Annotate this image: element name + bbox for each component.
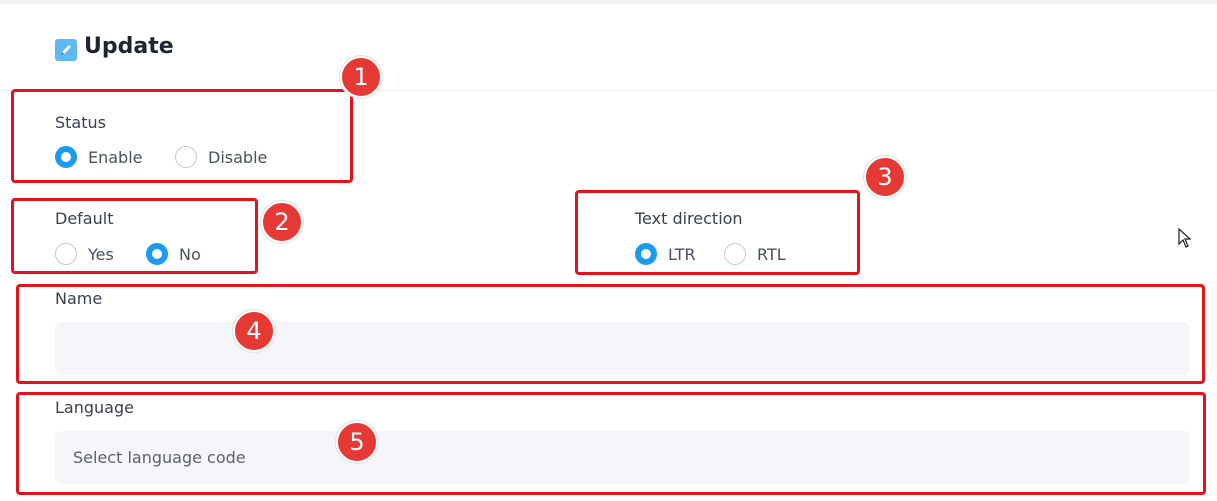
- annotation-badge: 3: [864, 156, 906, 198]
- annotation-box-status: [11, 89, 353, 183]
- annotation-box-text-direction: [575, 190, 860, 275]
- page-header: Update: [0, 4, 1217, 91]
- mouse-cursor-icon: [1178, 227, 1192, 252]
- annotation-box-language: [16, 392, 1206, 495]
- annotation-box-default: [11, 198, 258, 274]
- annotation-box-name: [16, 284, 1205, 384]
- edit-icon: [55, 39, 77, 61]
- annotation-badge: 2: [261, 201, 303, 243]
- annotation-badge: 1: [340, 56, 382, 98]
- annotation-badge: 4: [233, 310, 275, 352]
- page-title: Update: [84, 34, 174, 59]
- annotation-badge: 5: [336, 421, 378, 463]
